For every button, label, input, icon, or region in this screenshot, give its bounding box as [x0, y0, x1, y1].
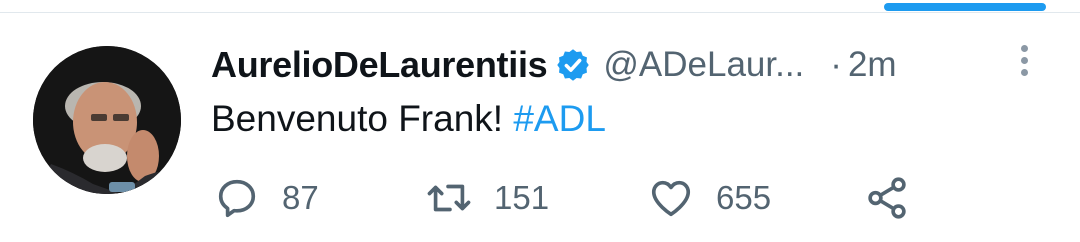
- avatar-image: [33, 46, 181, 194]
- reply-count: 87: [282, 179, 319, 216]
- retweet-count: 151: [494, 179, 550, 216]
- more-options-icon[interactable]: [1012, 42, 1036, 82]
- retweet-icon: [427, 184, 471, 212]
- header-separator: ·: [830, 45, 842, 84]
- hashtag-link[interactable]: #ADL: [513, 98, 606, 139]
- tweet-body: Benvenuto Frank! #ADL: [211, 98, 606, 140]
- author-handle[interactable]: @ADeLaur...: [603, 45, 804, 85]
- author-display-name[interactable]: AurelioDeLaurentiis: [211, 44, 548, 86]
- share-button[interactable]: [864, 170, 910, 226]
- share-icon: [868, 177, 906, 219]
- tweet-timestamp[interactable]: 2m: [848, 45, 897, 85]
- like-count: 655: [716, 179, 772, 216]
- author-avatar[interactable]: [33, 46, 181, 194]
- tweet-text: Benvenuto Frank!: [211, 98, 514, 139]
- reply-icon: [218, 179, 256, 218]
- like-icon: [651, 180, 691, 217]
- verified-badge-icon: [557, 49, 590, 81]
- retweet-button[interactable]: 151: [426, 170, 549, 226]
- tweet-actions: 87 151 655: [214, 170, 934, 230]
- tab-indicator: [884, 3, 1046, 11]
- reply-button[interactable]: 87: [214, 170, 319, 226]
- tweet-header: AurelioDeLaurentiis @ADeLaur... · 2m: [211, 40, 897, 90]
- top-divider: [0, 12, 1080, 13]
- like-button[interactable]: 655: [648, 170, 771, 226]
